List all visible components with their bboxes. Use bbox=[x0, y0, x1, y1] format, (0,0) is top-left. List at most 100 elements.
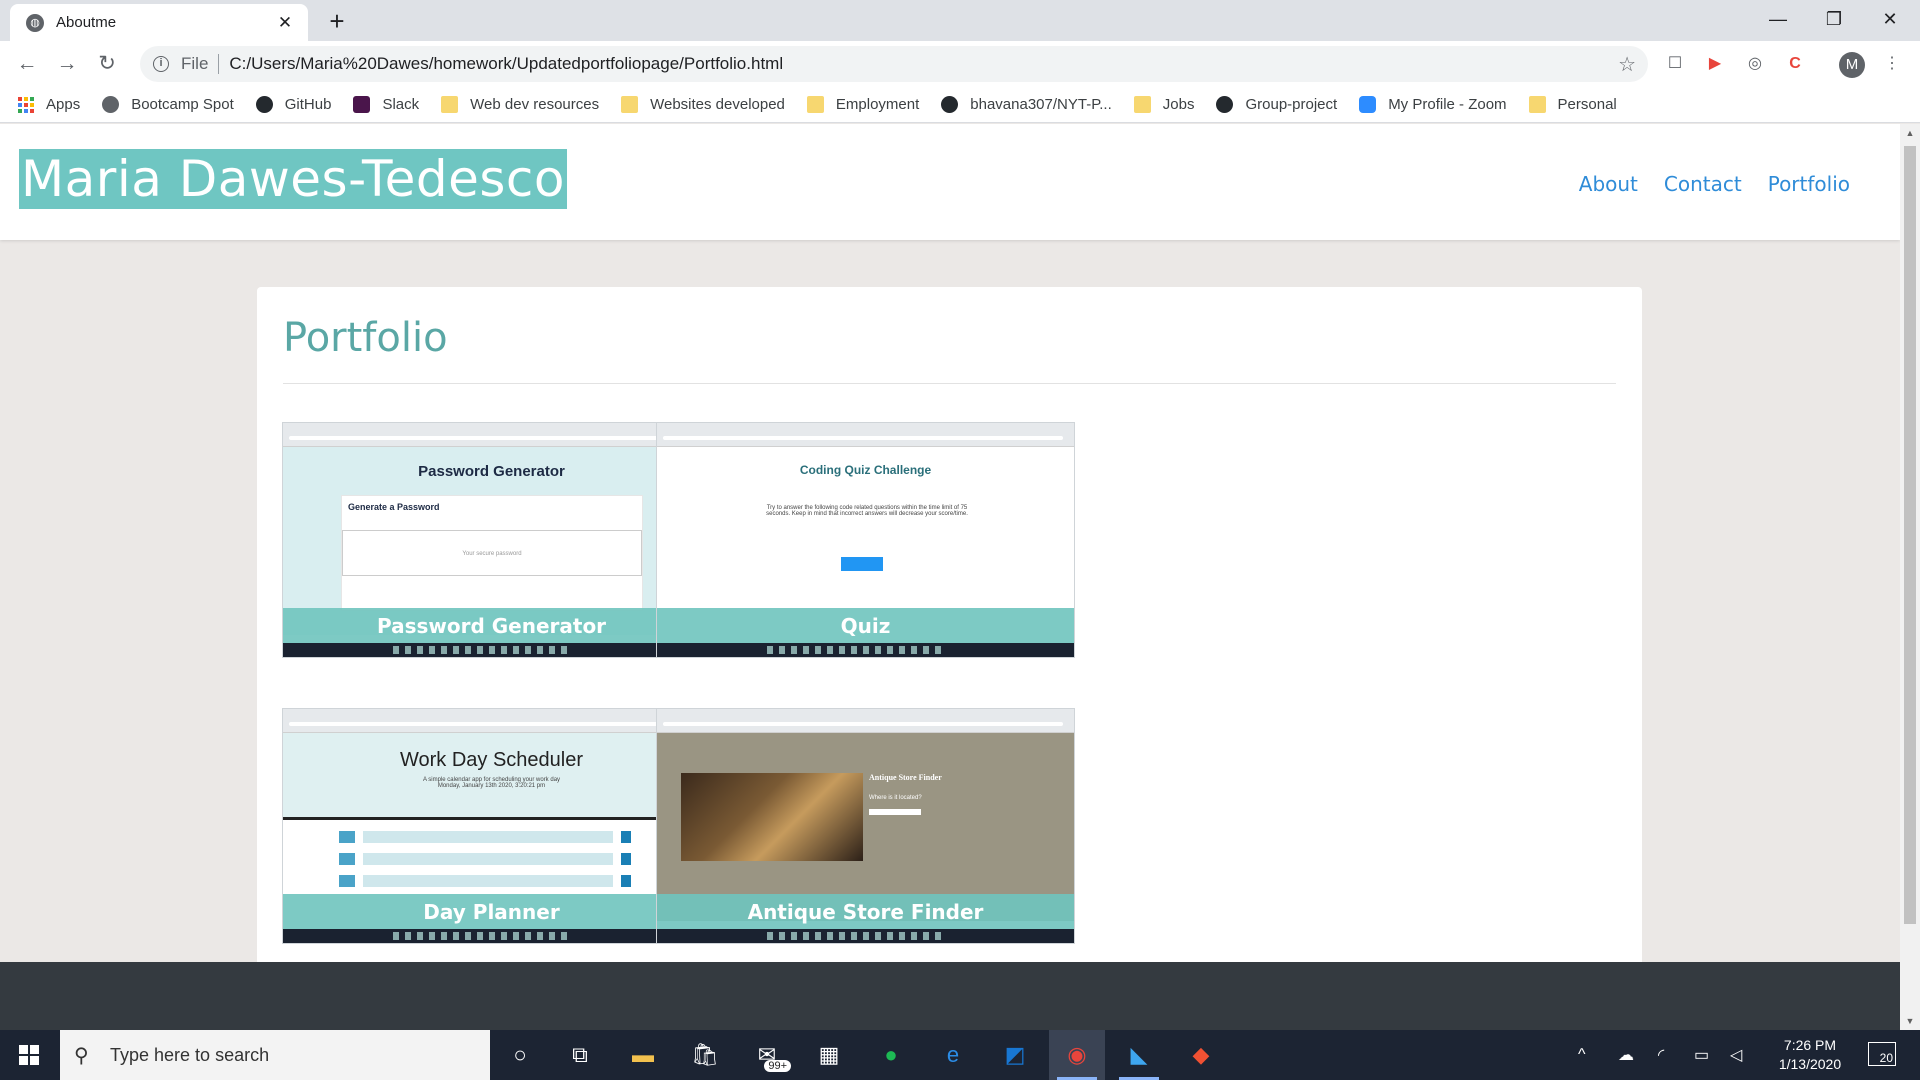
forward-icon[interactable]: → bbox=[54, 51, 80, 77]
bookmark-jobs[interactable]: Jobs bbox=[1133, 96, 1195, 113]
bookmark-star-icon[interactable]: ☆ bbox=[1618, 52, 1636, 77]
bookmark-employment[interactable]: Employment bbox=[806, 96, 919, 113]
tab-title: Aboutme bbox=[56, 14, 117, 31]
bookmark-label: Websites developed bbox=[650, 96, 785, 113]
volume-icon[interactable]: ◁ bbox=[1730, 1030, 1742, 1080]
thumb-password-box: Generate a Password Your secure password bbox=[341, 495, 643, 611]
thumb-start-button bbox=[841, 557, 883, 571]
folder-icon bbox=[441, 96, 459, 113]
bookmark-github[interactable]: GitHub bbox=[255, 96, 331, 113]
notification-count: 20 bbox=[1879, 1051, 1893, 1065]
bookmark-label: Slack bbox=[382, 96, 420, 113]
project-caption: Password Generator bbox=[283, 608, 700, 645]
scroll-down-arrow-icon[interactable]: ▼ bbox=[1900, 1012, 1920, 1030]
thumb-title: Work Day Scheduler bbox=[399, 749, 584, 771]
bookmark-apps[interactable]: Apps bbox=[18, 96, 80, 113]
bookmark-label: bhavana307/NYT-P... bbox=[970, 96, 1112, 113]
thumb-input bbox=[869, 809, 921, 815]
chrome-icon[interactable]: ◉ bbox=[1049, 1030, 1105, 1080]
thumb-store-photo bbox=[681, 773, 863, 861]
start-button[interactable] bbox=[0, 1030, 58, 1080]
calculator-icon[interactable]: ▦ bbox=[801, 1030, 857, 1080]
taskbar-clock[interactable]: 7:26 PM 1/13/2020 bbox=[1760, 1036, 1860, 1074]
bookmarks-bar: Apps Bootcamp Spot GitHub Slack Web dev reso… bbox=[0, 87, 1920, 123]
nav-link-portfolio[interactable]: Portfolio bbox=[1768, 172, 1850, 196]
nav-link-about[interactable]: About bbox=[1579, 172, 1638, 196]
browser-menu-icon[interactable]: ⋮ bbox=[1880, 52, 1904, 76]
restore-button[interactable]: ❐ bbox=[1806, 0, 1862, 38]
bookmark-web-dev-resources[interactable]: Web dev resources bbox=[441, 96, 599, 113]
project-card-quiz[interactable]: Coding Quiz Challenge Try to answer the … bbox=[656, 422, 1075, 658]
project-card-antique-store-finder[interactable]: Antique Store Finder Where is it located… bbox=[656, 708, 1075, 944]
mail-icon[interactable]: ✉ 99+ bbox=[739, 1030, 795, 1080]
bookmark-personal[interactable]: Personal bbox=[1528, 96, 1617, 113]
cortana-icon[interactable]: ○ bbox=[492, 1030, 548, 1080]
bookmark-label: Bootcamp Spot bbox=[131, 96, 234, 113]
bookmark-websites-developed[interactable]: Websites developed bbox=[621, 96, 785, 113]
new-tab-button[interactable]: + bbox=[322, 6, 352, 37]
extension-circle-icon[interactable]: ◎ bbox=[1743, 52, 1767, 76]
vscode-icon[interactable]: ◣ bbox=[1111, 1030, 1167, 1080]
back-icon[interactable]: ← bbox=[14, 51, 40, 77]
quiz-screenshot: Coding Quiz Challenge Try to answer the … bbox=[657, 447, 1074, 635]
window-close-button[interactable]: ✕ bbox=[1862, 0, 1918, 38]
thumbnail-taskbar bbox=[657, 929, 1074, 943]
close-tab-icon[interactable]: ✕ bbox=[272, 13, 298, 33]
site-name[interactable]: Maria Dawes-Tedesco bbox=[19, 149, 567, 209]
day-planner-screenshot: Work Day Scheduler A simple calendar app… bbox=[283, 733, 700, 921]
git-icon[interactable]: ◆ bbox=[1173, 1030, 1229, 1080]
thumbnail-browser-chrome bbox=[657, 709, 1074, 733]
outlook-icon[interactable]: ◩ bbox=[987, 1030, 1043, 1080]
thumb-title: Password Generator bbox=[418, 463, 565, 480]
nav-link-contact[interactable]: Contact bbox=[1664, 172, 1742, 196]
bookmark-label: Jobs bbox=[1162, 96, 1195, 113]
url-scheme: File bbox=[181, 54, 209, 73]
thumbnail-taskbar bbox=[657, 643, 1074, 657]
scrollbar-thumb[interactable] bbox=[1904, 146, 1916, 924]
file-explorer-icon[interactable]: ▬ bbox=[615, 1030, 671, 1080]
profile-avatar[interactable]: M bbox=[1839, 52, 1865, 78]
edge-icon[interactable]: e bbox=[925, 1030, 981, 1080]
page-scrollbar[interactable]: ▲ ▼ bbox=[1900, 124, 1920, 1030]
bookmark-group-project[interactable]: Group-project bbox=[1216, 96, 1337, 113]
clock-time: 7:26 PM bbox=[1783, 1037, 1837, 1053]
scroll-up-arrow-icon[interactable]: ▲ bbox=[1900, 124, 1920, 142]
thumb-hour-row bbox=[339, 831, 631, 843]
github-icon bbox=[941, 96, 959, 113]
spotify-icon[interactable]: ● bbox=[863, 1030, 919, 1080]
battery-icon[interactable]: ▭ bbox=[1694, 1030, 1709, 1080]
project-card-password-generator[interactable]: Password Generator Generate a Password Y… bbox=[282, 422, 701, 658]
extension-pocket-icon[interactable]: ☐ bbox=[1663, 52, 1687, 76]
url-text[interactable]: C:/Users/Maria%20Dawes/homework/Updatedp… bbox=[229, 54, 1618, 74]
windows-logo-icon bbox=[19, 1045, 39, 1065]
bookmark-label: Personal bbox=[1557, 96, 1617, 113]
onedrive-icon[interactable]: ☁ bbox=[1618, 1030, 1634, 1080]
tray-chevron-icon[interactable]: ^ bbox=[1578, 1030, 1586, 1080]
wifi-icon[interactable]: ◜ bbox=[1658, 1030, 1664, 1080]
browser-tab[interactable]: ◍ Aboutme ✕ bbox=[10, 4, 308, 41]
search-icon: ⚲ bbox=[74, 1044, 89, 1067]
reload-icon[interactable]: ↻ bbox=[94, 51, 120, 77]
thumbnail-browser-chrome bbox=[283, 423, 700, 447]
store-icon[interactable]: 🛍 bbox=[677, 1030, 733, 1080]
extension-c-icon[interactable]: C bbox=[1783, 52, 1807, 76]
thumb-divider bbox=[283, 817, 700, 820]
address-bar[interactable]: i File C:/Users/Maria%20Dawes/homework/U… bbox=[140, 46, 1648, 82]
extension-cast-icon[interactable]: ▶ bbox=[1703, 52, 1727, 76]
thumbnail-taskbar bbox=[283, 929, 700, 943]
notification-center-icon[interactable]: 20 bbox=[1868, 1042, 1896, 1066]
info-icon[interactable]: i bbox=[153, 56, 169, 72]
bookmark-my-profile-zoom[interactable]: My Profile - Zoom bbox=[1359, 96, 1507, 113]
apps-grid-icon bbox=[18, 96, 34, 113]
minimize-button[interactable]: — bbox=[1750, 0, 1806, 38]
bookmark-bootcamp-spot[interactable]: Bootcamp Spot bbox=[102, 96, 234, 113]
thumbnail-browser-chrome bbox=[657, 423, 1074, 447]
thumbnail-taskbar bbox=[283, 643, 700, 657]
browser-toolbar: ← → ↻ i File C:/Users/Maria%20Dawes/home… bbox=[0, 41, 1920, 87]
task-view-icon[interactable]: ⧉ bbox=[552, 1030, 608, 1080]
bookmark-slack[interactable]: Slack bbox=[353, 96, 419, 113]
project-card-day-planner[interactable]: Work Day Scheduler A simple calendar app… bbox=[282, 708, 701, 944]
taskbar-search-placeholder: Type here to search bbox=[110, 1044, 270, 1065]
bookmark-bhavana307-nyt-p[interactable]: bhavana307/NYT-P... bbox=[941, 96, 1112, 113]
taskbar-search[interactable]: ⚲ Type here to search bbox=[60, 1030, 490, 1080]
